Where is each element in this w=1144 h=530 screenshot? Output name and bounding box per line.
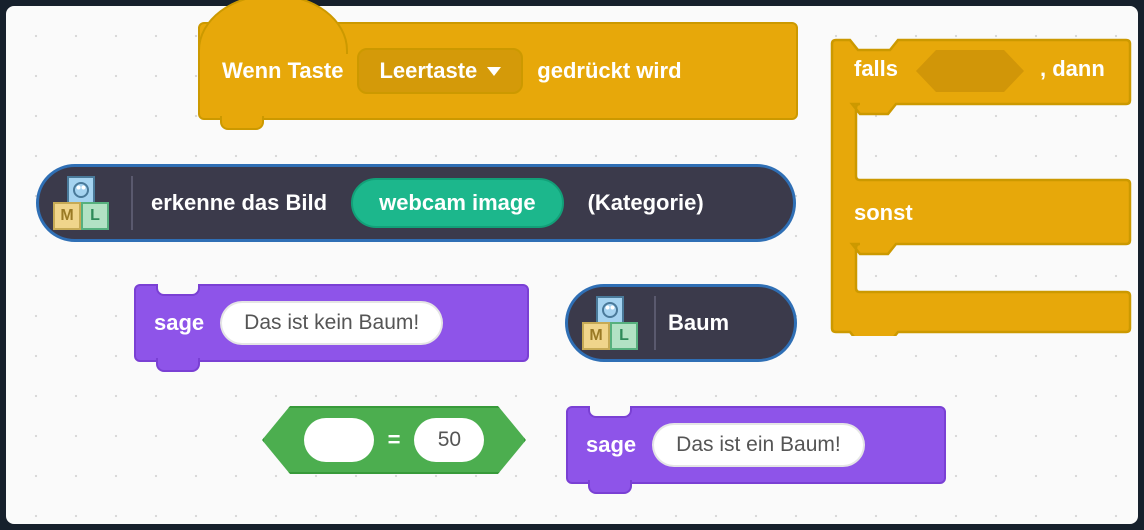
divider (654, 296, 656, 350)
else-label: sonst (854, 200, 913, 226)
divider (131, 176, 133, 230)
key-dropdown-value: Leertaste (379, 58, 477, 84)
webcam-image-reporter[interactable]: webcam image (351, 178, 564, 228)
webcam-image-label: webcam image (379, 190, 536, 216)
say-label: sage (154, 310, 204, 336)
if-else-block[interactable]: falls , dann sonst (830, 36, 1132, 336)
block-notch (220, 116, 264, 130)
ml-extension-icon: M L (53, 176, 113, 230)
hat-curve (198, 0, 348, 54)
operator-symbol: = (388, 427, 401, 453)
event-key-pressed-block[interactable]: Wenn Taste Leertaste gedrückt wird (198, 22, 798, 120)
ml-recognise-label: erkenne das Bild (151, 190, 327, 216)
then-label: , dann (1040, 56, 1105, 82)
equals-operator-block[interactable]: = 50 (262, 406, 526, 474)
say-label: sage (586, 432, 636, 458)
if-label: falls (854, 56, 898, 82)
ml-label-block[interactable]: M L Baum (565, 284, 797, 362)
ml-recognise-suffix: (Kategorie) (588, 190, 704, 216)
hat-prefix-label: Wenn Taste (222, 58, 343, 84)
script-canvas[interactable]: Wenn Taste Leertaste gedrückt wird M L e… (6, 6, 1138, 524)
ml-recognise-image-block[interactable]: M L erkenne das Bild webcam image (Kateg… (36, 164, 796, 242)
boolean-condition-slot[interactable] (916, 50, 1024, 92)
block-notch (156, 284, 200, 296)
operator-right-slot[interactable]: 50 (414, 418, 484, 462)
block-notch (588, 406, 632, 418)
operator-left-slot[interactable] (304, 418, 374, 462)
key-dropdown[interactable]: Leertaste (357, 48, 523, 94)
ml-extension-icon: M L (582, 296, 642, 350)
say-text-input[interactable]: Das ist kein Baum! (220, 301, 443, 345)
hat-suffix-label: gedrückt wird (537, 58, 681, 84)
chevron-down-icon (487, 67, 501, 76)
block-notch (588, 480, 632, 494)
block-notch (156, 358, 200, 372)
ml-label-text: Baum (668, 310, 729, 336)
say-block-2[interactable]: sage Das ist ein Baum! (566, 406, 946, 484)
say-text-input[interactable]: Das ist ein Baum! (652, 423, 865, 467)
say-block-1[interactable]: sage Das ist kein Baum! (134, 284, 529, 362)
